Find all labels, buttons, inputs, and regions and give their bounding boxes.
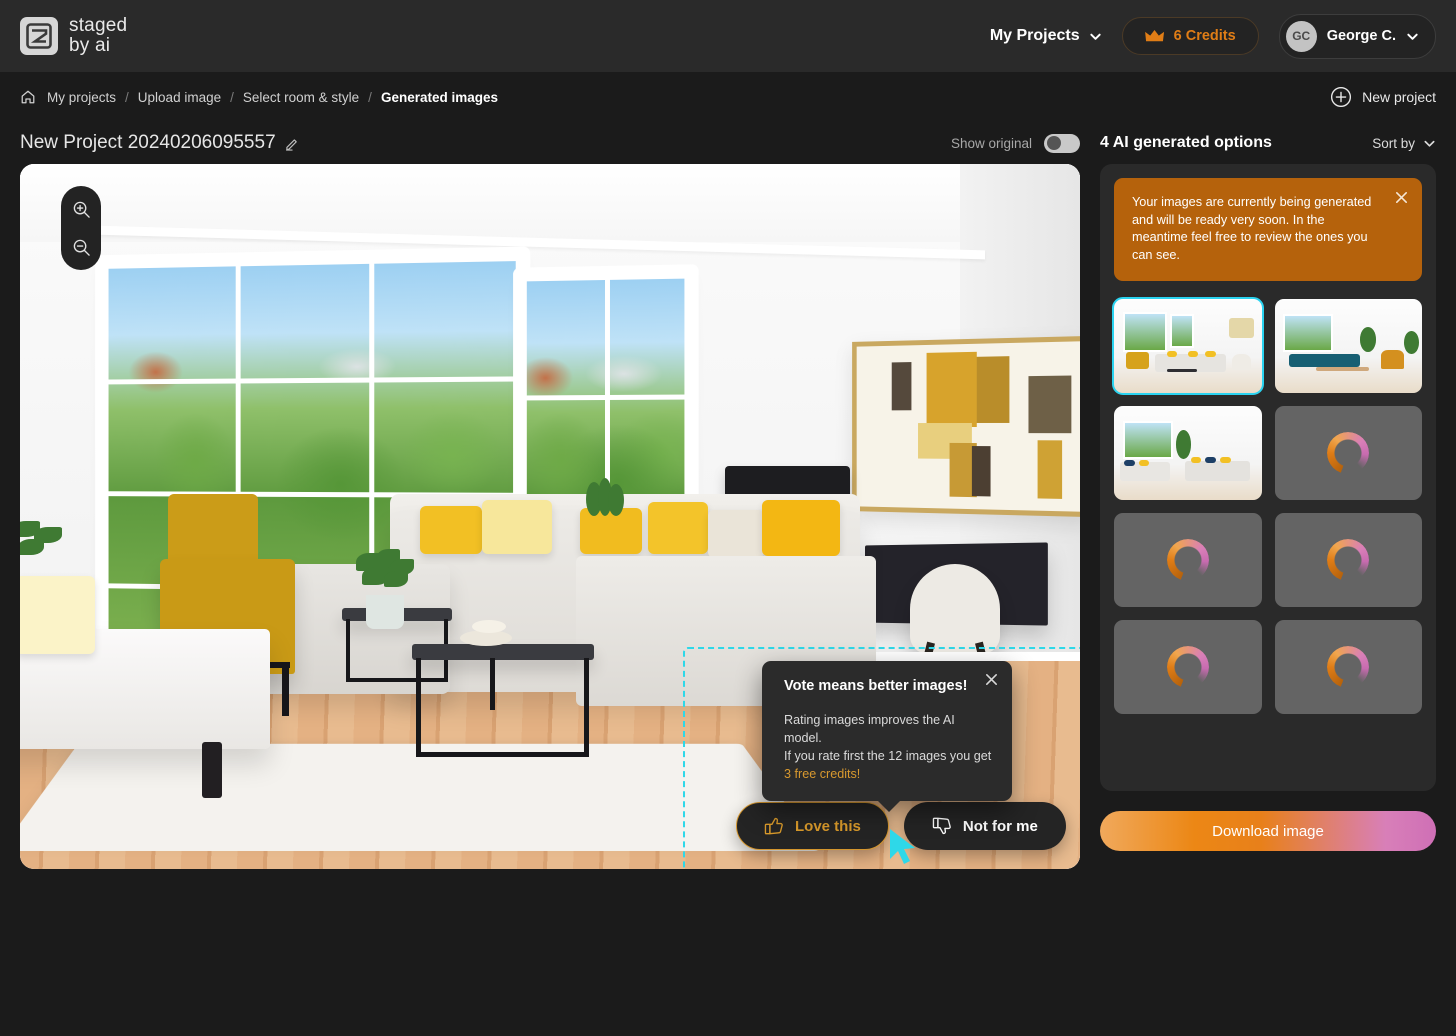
crown-icon <box>1144 29 1164 41</box>
user-menu-button[interactable]: GC George C. <box>1278 13 1436 59</box>
zoom-controls <box>61 186 101 270</box>
potted-plant <box>580 478 626 548</box>
generation-notice-banner: Your images are currently being generate… <box>1114 178 1422 281</box>
close-icon[interactable] <box>984 672 999 692</box>
generated-image-preview[interactable]: Vote means better images! Rating images … <box>20 164 1080 869</box>
tooltip-line-2: If you rate first the 12 images you get <box>784 749 992 763</box>
breadcrumb-item-generated-images: Generated images <box>380 89 498 105</box>
coffee-table <box>412 644 594 660</box>
pillow <box>482 500 552 554</box>
app-logo[interactable]: staged by ai <box>20 16 127 56</box>
potted-plant <box>20 519 72 589</box>
credits-button[interactable]: 6 Credits <box>1121 17 1259 55</box>
thumbnail-option-5[interactable] <box>1114 513 1262 607</box>
sort-by-dropdown[interactable]: Sort by <box>1372 136 1436 151</box>
show-original-toggle[interactable] <box>1044 133 1080 153</box>
breadcrumb: My projects / Upload image / Select room… <box>20 89 498 105</box>
sort-by-label: Sort by <box>1372 135 1415 151</box>
viewer-column: New Project 20240206095557 Show original <box>20 122 1080 869</box>
thumbnail-option-7[interactable] <box>1114 620 1262 714</box>
area-rug <box>20 743 820 851</box>
wall-artwork <box>852 335 1080 518</box>
love-this-label: Love this <box>795 817 861 835</box>
breadcrumb-bar: My projects / Upload image / Select room… <box>0 72 1456 122</box>
my-projects-label: My Projects <box>989 27 1080 44</box>
credits-label: 6 Credits <box>1173 28 1236 44</box>
pillow <box>648 502 708 554</box>
toggle-knob <box>1047 136 1061 150</box>
chevron-down-icon <box>1089 33 1101 40</box>
zoom-in-button[interactable] <box>66 194 96 224</box>
logo-line-2: by ai <box>69 35 111 56</box>
thumbnail-option-6[interactable] <box>1274 513 1422 607</box>
project-title-row: New Project 20240206095557 Show original <box>20 122 1080 164</box>
loading-spinner-icon <box>1166 539 1209 581</box>
my-projects-dropdown[interactable]: My Projects <box>990 27 1102 45</box>
main-stage: New Project 20240206095557 Show original <box>0 122 1456 869</box>
tooltip-line-1: Rating images improves the AI model. <box>784 713 955 745</box>
love-this-button[interactable]: Love this <box>736 802 889 850</box>
loading-spinner-icon <box>1327 646 1370 688</box>
results-header: 4 AI generated options Sort by <box>1100 122 1436 164</box>
logo-wordmark: staged by ai <box>69 16 127 56</box>
home-icon[interactable] <box>20 89 36 105</box>
results-heading: 4 AI generated options <box>1100 134 1272 151</box>
avatar: GC <box>1285 20 1317 52</box>
vote-tooltip: Vote means better images! Rating images … <box>762 661 1012 812</box>
tooltip-title: Vote means better images! <box>784 678 968 694</box>
breadcrumb-item-my-projects[interactable]: My projects <box>47 90 116 105</box>
thumbnail-option-4[interactable] <box>1274 406 1422 500</box>
loading-spinner-icon <box>1166 646 1209 688</box>
chevron-down-icon <box>1407 33 1418 40</box>
zoom-out-button[interactable] <box>66 232 96 262</box>
not-for-me-label: Not for me <box>962 817 1038 835</box>
results-column: 4 AI generated options Sort by Your imag… <box>1100 122 1436 869</box>
loading-spinner-icon <box>1327 539 1370 581</box>
user-name-label: George C. <box>1326 28 1396 44</box>
thumbs-up-icon <box>764 817 783 835</box>
pillow <box>762 500 840 556</box>
tooltip-free-credits: 3 free credits! <box>784 767 861 781</box>
staged-by-ai-logo-icon <box>20 17 58 55</box>
new-project-button[interactable]: New project <box>1330 86 1436 108</box>
tooltip-arrow <box>877 800 901 812</box>
top-header-bar: staged by ai My Projects 6 Credits GC Ge… <box>0 0 1456 72</box>
breadcrumb-separator: / <box>230 89 234 105</box>
loading-spinner-icon <box>1327 432 1370 474</box>
thumbnail-option-2[interactable] <box>1274 299 1422 393</box>
potted-plant <box>350 549 420 629</box>
thumbnail-option-1[interactable] <box>1112 297 1264 395</box>
thumbnail-option-8[interactable] <box>1274 620 1422 714</box>
page-title: New Project 20240206095557 <box>20 132 276 153</box>
new-project-label: New project <box>1362 89 1436 105</box>
plus-circle-icon <box>1331 86 1352 108</box>
show-original-label: Show original <box>950 135 1032 151</box>
pencil-icon[interactable] <box>285 136 300 151</box>
zoom-in-icon <box>73 201 90 218</box>
header-actions: My Projects 6 Credits GC George C. <box>990 13 1436 59</box>
notice-text: Your images are currently being generate… <box>1132 195 1372 262</box>
results-panel: Your images are currently being generate… <box>1100 164 1436 791</box>
breadcrumb-separator: / <box>368 89 372 105</box>
breadcrumb-separator: / <box>125 89 129 105</box>
avatar-initials: GC <box>1292 29 1311 43</box>
pillow <box>708 510 764 558</box>
desk-chair <box>910 564 1000 654</box>
not-for-me-button[interactable]: Not for me <box>903 802 1066 850</box>
download-image-button[interactable]: Download image <box>1100 811 1436 851</box>
logo-line-1: staged <box>69 15 128 36</box>
breadcrumb-item-upload-image[interactable]: Upload image <box>138 90 221 105</box>
thumbnail-option-3[interactable] <box>1114 406 1262 500</box>
zoom-out-icon <box>73 239 90 256</box>
pillow <box>420 506 482 554</box>
breadcrumb-item-select-room-style[interactable]: Select room & style <box>243 90 359 105</box>
thumbnail-grid <box>1112 297 1422 714</box>
show-original-control: Show original <box>950 133 1080 153</box>
close-icon[interactable] <box>1394 190 1409 211</box>
thumbs-down-icon <box>932 817 951 835</box>
chevron-down-icon <box>1424 140 1435 147</box>
